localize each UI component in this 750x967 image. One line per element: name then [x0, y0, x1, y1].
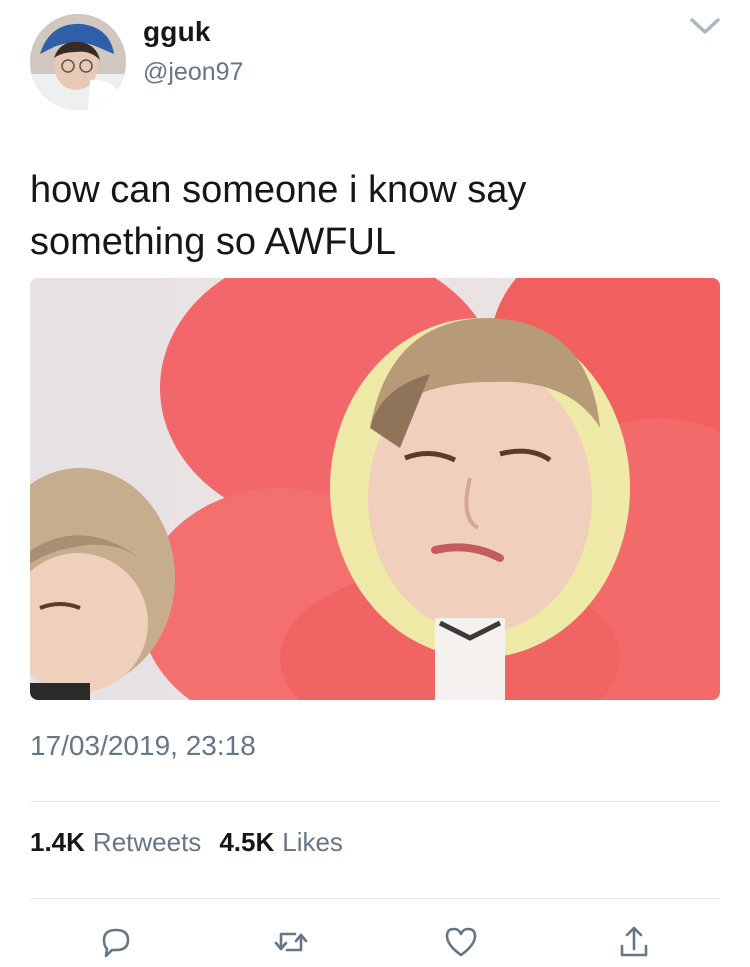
tweet-text: how can someone i know say something so …: [30, 169, 527, 263]
tweet-media-image[interactable]: [30, 278, 720, 700]
chevron-down-icon[interactable]: [686, 12, 724, 40]
retweets-count: 1.4K: [30, 827, 85, 857]
tweet-stats: 1.4K Retweets 4.5K Likes: [30, 827, 361, 858]
likes-label: Likes: [282, 827, 343, 857]
avatar-image: [30, 14, 126, 110]
reply-icon[interactable]: [96, 922, 136, 962]
display-name[interactable]: gguk: [143, 16, 211, 48]
likes-stat[interactable]: 4.5K Likes: [219, 827, 343, 858]
share-icon[interactable]: [614, 922, 654, 962]
retweet-icon[interactable]: [271, 922, 311, 962]
retweets-stat[interactable]: 1.4K Retweets: [30, 827, 201, 858]
divider-bottom: [30, 898, 720, 899]
user-handle[interactable]: @jeon97: [143, 58, 243, 87]
divider-top: [30, 801, 720, 802]
tweet-timestamp[interactable]: 17/03/2019, 23:18: [30, 730, 256, 762]
heart-icon[interactable]: [441, 922, 481, 962]
avatar[interactable]: [30, 14, 126, 110]
retweets-label: Retweets: [92, 827, 202, 857]
media-photo: [30, 278, 720, 700]
likes-count: 4.5K: [219, 827, 275, 857]
